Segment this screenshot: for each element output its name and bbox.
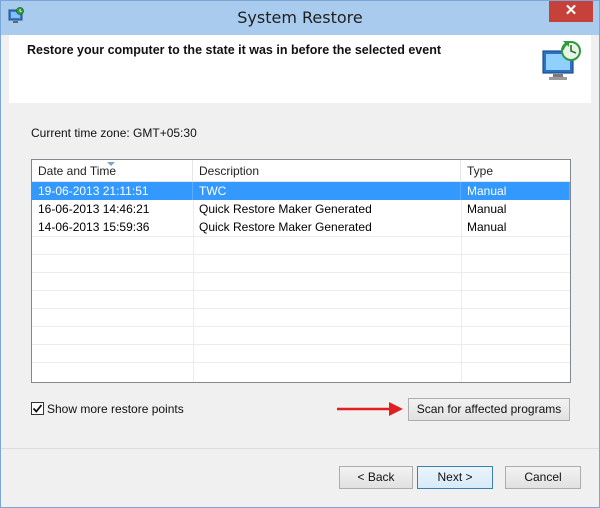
grid-line (32, 344, 570, 345)
table-row[interactable]: 14-06-2013 15:59:36 Quick Restore Maker … (32, 218, 570, 236)
cell-type: Manual (461, 182, 570, 200)
cell-description: Quick Restore Maker Generated (199, 202, 372, 216)
cell-date: 14-06-2013 15:59:36 (38, 220, 150, 234)
table-row[interactable]: 19-06-2013 21:11:51 TWC Manual (32, 182, 570, 200)
scan-affected-programs-button[interactable]: Scan for affected programs (408, 398, 570, 421)
red-arrow-icon (337, 402, 403, 416)
show-more-label[interactable]: Show more restore points (47, 402, 184, 416)
column-header-description[interactable]: Description (193, 160, 461, 181)
list-header: Date and Time Description Type (32, 160, 570, 182)
grid-line (32, 290, 570, 291)
title-bar: System Restore ✕ (1, 1, 599, 35)
checkmark-icon (32, 404, 43, 413)
grid-line (32, 326, 570, 327)
system-restore-window: System Restore ✕ Restore your computer t… (0, 0, 600, 508)
show-more-checkbox[interactable] (31, 402, 44, 415)
cell-description: TWC (193, 182, 461, 200)
table-row[interactable]: 16-06-2013 14:46:21 Quick Restore Maker … (32, 200, 570, 218)
cell-description: Quick Restore Maker Generated (199, 220, 372, 234)
cell-type: Manual (467, 220, 507, 234)
cell-date: 19-06-2013 21:11:51 (32, 182, 193, 200)
next-button[interactable]: Next > (417, 466, 493, 489)
close-button[interactable]: ✕ (549, 1, 593, 22)
cell-date: 16-06-2013 14:46:21 (38, 202, 150, 216)
grid-line (32, 254, 570, 255)
window-title: System Restore (237, 8, 363, 27)
cell-type: Manual (467, 202, 507, 216)
timezone-text: Current time zone: GMT+05:30 (31, 126, 197, 140)
system-restore-icon (539, 39, 587, 83)
header-panel: Restore your computer to the state it wa… (9, 35, 591, 103)
page-heading: Restore your computer to the state it wa… (27, 43, 441, 57)
sort-indicator-icon (107, 162, 115, 166)
cancel-button[interactable]: Cancel (505, 466, 581, 489)
grid-line (32, 308, 570, 309)
grid-line (32, 236, 570, 237)
column-header-type[interactable]: Type (461, 160, 570, 181)
back-button[interactable]: < Back (339, 466, 413, 489)
grid-line (32, 362, 570, 363)
grid-line (32, 272, 570, 273)
restore-points-list[interactable]: Date and Time Description Type 19-06-201… (31, 159, 571, 383)
